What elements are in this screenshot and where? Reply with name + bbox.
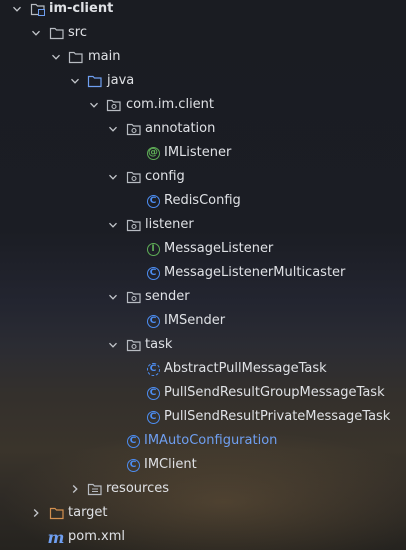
package-icon xyxy=(126,217,142,233)
abstract-class-icon: C xyxy=(145,361,161,377)
tree-label: PullSendResultPrivateMessageTask xyxy=(164,409,391,424)
class-badge: C xyxy=(146,194,160,208)
class-icon: C xyxy=(145,409,161,425)
tree-row-abstract-pull-message-task[interactable]: C AbstractPullMessageTask xyxy=(0,357,406,381)
tree-label: java xyxy=(107,73,135,88)
class-icon: C xyxy=(125,433,141,449)
chevron-down-icon[interactable] xyxy=(107,219,119,231)
package-icon xyxy=(106,97,122,113)
tree-row-sender[interactable]: sender xyxy=(0,285,406,309)
chevron-down-icon[interactable] xyxy=(107,291,119,303)
tree-row-src[interactable]: src xyxy=(0,21,406,45)
annotation-icon: @ xyxy=(145,145,161,161)
class-badge: C xyxy=(126,434,140,448)
class-badge: C xyxy=(146,266,160,280)
annotation-badge: @ xyxy=(146,146,160,160)
tree-row-im-client[interactable]: im-client xyxy=(0,0,406,21)
chevron-down-icon[interactable] xyxy=(30,27,42,39)
tree-label: listener xyxy=(145,217,194,232)
class-icon: C xyxy=(145,193,161,209)
tree-row-im-sender[interactable]: C IMSender xyxy=(0,309,406,333)
resources-folder-icon xyxy=(87,481,103,497)
tree-row-im-auto-configuration[interactable]: C IMAutoConfiguration xyxy=(0,429,406,453)
interface-icon: I xyxy=(145,241,161,257)
chevron-down-icon[interactable] xyxy=(11,3,23,15)
tree-label: IMListener xyxy=(164,145,232,160)
tree-row-listener[interactable]: listener xyxy=(0,213,406,237)
tree-row-task[interactable]: task xyxy=(0,333,406,357)
tree-label: MessageListenerMulticaster xyxy=(164,265,346,280)
tree-label: task xyxy=(145,337,173,352)
chevron-down-icon[interactable] xyxy=(88,99,100,111)
maven-letter: m xyxy=(47,527,65,547)
tree-label: PullSendResultGroupMessageTask xyxy=(164,385,385,400)
tree-row-resources[interactable]: resources xyxy=(0,477,406,501)
tree-label: AbstractPullMessageTask xyxy=(164,361,327,376)
folder-icon xyxy=(68,49,84,65)
chevron-right-icon[interactable] xyxy=(69,483,81,495)
tree-label: resources xyxy=(106,481,170,496)
class-badge: C xyxy=(146,410,160,424)
chevron-right-icon[interactable] xyxy=(30,507,42,519)
class-badge: C xyxy=(146,386,160,400)
tree-label: config xyxy=(145,169,185,184)
interface-badge: I xyxy=(146,242,160,256)
tree-label: RedisConfig xyxy=(164,193,241,208)
chevron-down-icon[interactable] xyxy=(107,339,119,351)
class-icon: C xyxy=(145,313,161,329)
tree-label: target xyxy=(68,505,108,520)
tree-row-im-client-class[interactable]: C IMClient xyxy=(0,453,406,477)
class-icon: C xyxy=(145,385,161,401)
tree-label: sender xyxy=(145,289,190,304)
class-badge: C xyxy=(146,314,160,328)
tree-row-redis-config[interactable]: C RedisConfig xyxy=(0,189,406,213)
package-icon xyxy=(126,169,142,185)
tree-row-package[interactable]: com.im.client xyxy=(0,93,406,117)
module-folder-icon xyxy=(30,1,46,17)
class-badge: C xyxy=(126,458,140,472)
tree-label: annotation xyxy=(145,121,216,136)
package-icon xyxy=(126,121,142,137)
tree-label: MessageListener xyxy=(164,241,274,256)
tree-row-im-listener[interactable]: @ IMListener xyxy=(0,141,406,165)
chevron-down-icon[interactable] xyxy=(107,171,119,183)
excluded-folder-icon xyxy=(49,505,65,521)
tree-label: com.im.client xyxy=(126,97,215,112)
abstract-class-badge: C xyxy=(146,362,160,376)
class-icon: C xyxy=(125,457,141,473)
tree-label: IMClient xyxy=(144,457,197,472)
tree-row-target[interactable]: target xyxy=(0,501,406,525)
chevron-down-icon[interactable] xyxy=(50,51,62,63)
chevron-down-icon[interactable] xyxy=(107,123,119,135)
tree-label: pom.xml xyxy=(68,529,125,544)
tree-row-pom[interactable]: m pom.xml xyxy=(0,525,406,549)
package-icon xyxy=(126,289,142,305)
tree-row-annotation[interactable]: annotation xyxy=(0,117,406,141)
tree-label: src xyxy=(68,25,87,40)
folder-icon xyxy=(49,25,65,41)
tree-row-pull-group-task[interactable]: C PullSendResultGroupMessageTask xyxy=(0,381,406,405)
tree-label: im-client xyxy=(49,1,114,16)
tree-label: IMSender xyxy=(164,313,226,328)
source-folder-icon xyxy=(87,73,103,89)
class-icon: C xyxy=(145,265,161,281)
tree-row-java[interactable]: java xyxy=(0,69,406,93)
tree-label: main xyxy=(88,49,121,64)
tree-row-config[interactable]: config xyxy=(0,165,406,189)
tree-row-message-listener-multicaster[interactable]: C MessageListenerMulticaster xyxy=(0,261,406,285)
package-icon xyxy=(126,337,142,353)
tree-row-main[interactable]: main xyxy=(0,45,406,69)
chevron-down-icon[interactable] xyxy=(69,75,81,87)
tree-row-pull-private-task[interactable]: C PullSendResultPrivateMessageTask xyxy=(0,405,406,429)
maven-icon: m xyxy=(47,527,65,547)
tree-label: IMAutoConfiguration xyxy=(144,433,278,448)
tree-row-message-listener[interactable]: I MessageListener xyxy=(0,237,406,261)
